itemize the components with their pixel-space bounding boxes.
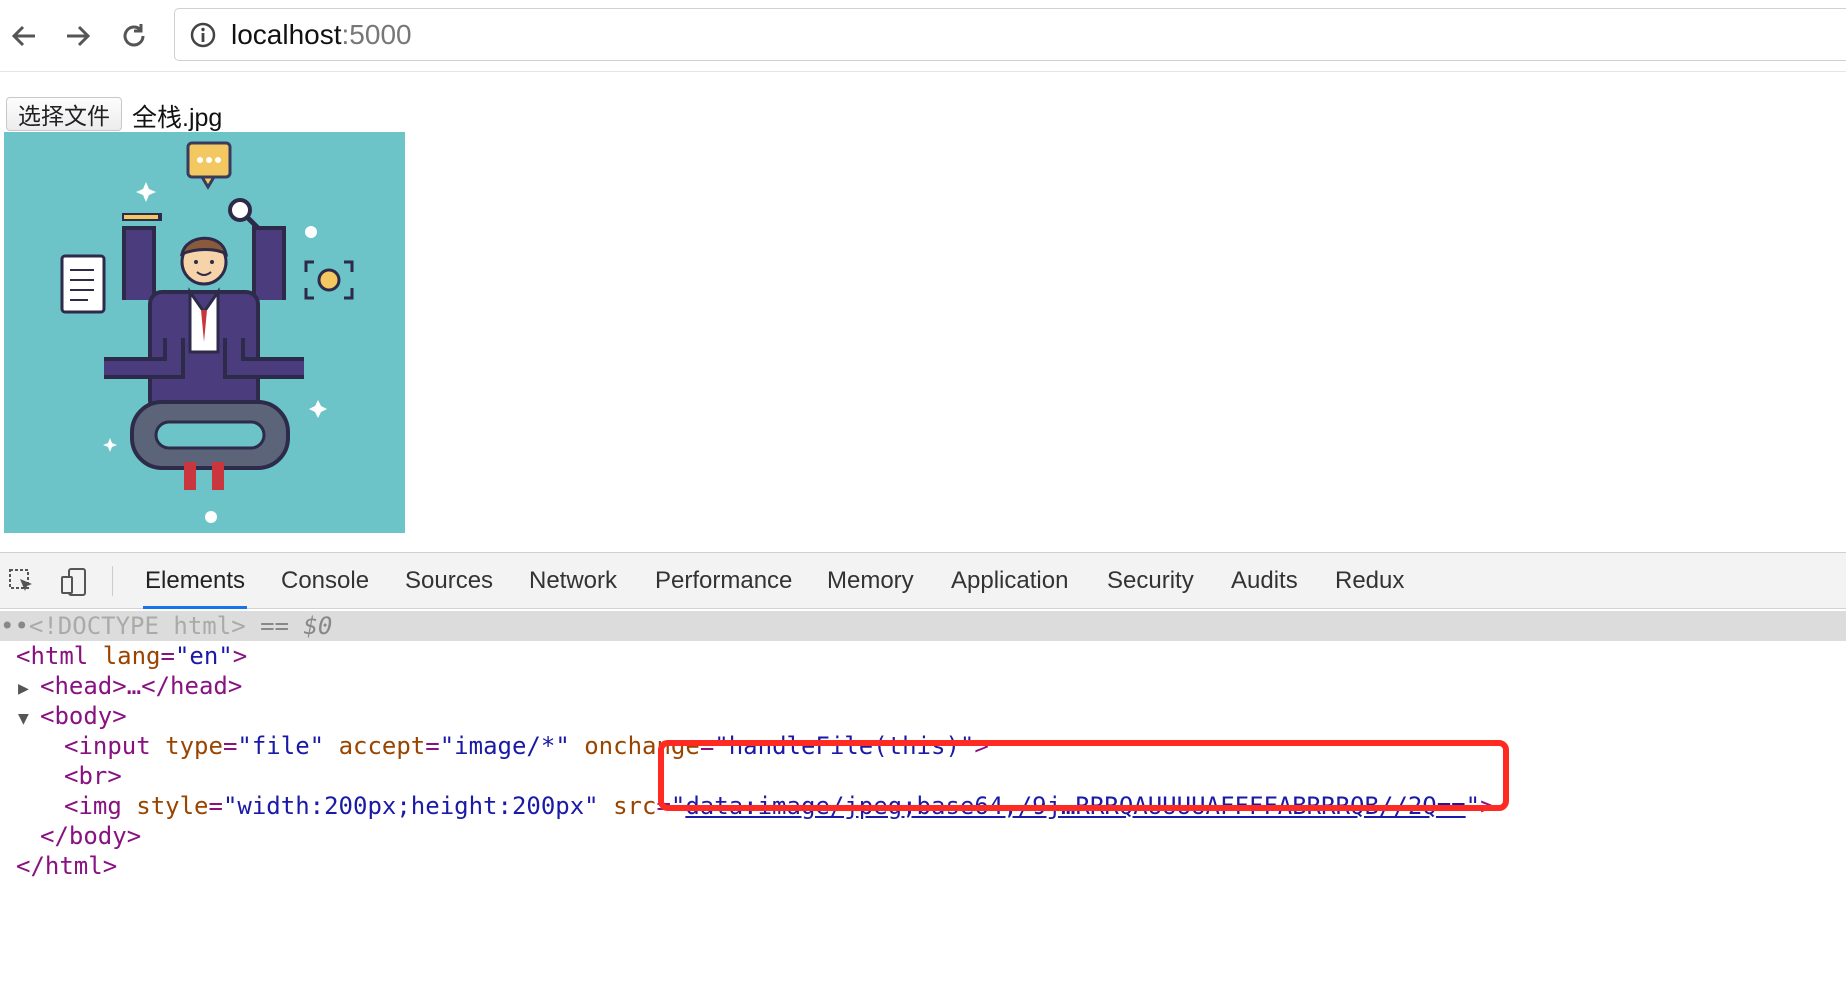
dom-tree: ••<!DOCTYPE html> == $0 <html lang="en">…	[0, 611, 1846, 881]
html-lang-value: "en"	[174, 642, 233, 670]
tab-console[interactable]: Console	[279, 553, 371, 609]
tab-separator	[112, 566, 113, 596]
tab-elements[interactable]: Elements	[143, 553, 248, 609]
body-open-tag: <body>	[40, 702, 127, 730]
img-src-attr: src	[613, 792, 657, 820]
reload-icon	[123, 24, 145, 47]
expand-triangle-icon[interactable]: ▶	[18, 674, 40, 704]
devtools-panel: Elements Console Sources Network Perform…	[0, 552, 1846, 1004]
url-host: localhost	[231, 18, 342, 50]
dom-node-body[interactable]: ▼ <body>	[0, 701, 1846, 731]
forward-button[interactable]	[56, 14, 100, 58]
uploaded-image-preview	[4, 132, 405, 533]
red-highlight-box	[658, 740, 1509, 811]
input-accept-value: "image/*"	[439, 732, 570, 760]
selected-file-name: 全栈.jpg	[132, 104, 223, 132]
tab-sources[interactable]: Sources	[403, 553, 495, 609]
page-content: 选择文件 全栈.jpg	[0, 73, 1846, 552]
input-accept-attr: accept	[338, 732, 426, 760]
html-open-tag: <html	[16, 642, 89, 670]
inspect-element-icon[interactable]	[4, 564, 40, 600]
choose-file-button[interactable]: 选择文件	[6, 97, 122, 131]
tab-audits[interactable]: Audits	[1229, 553, 1300, 609]
selected-marker: == $0	[260, 612, 333, 640]
url-port: :5000	[341, 18, 412, 50]
tab-performance[interactable]: Performance	[653, 553, 794, 609]
html-lang-attr: lang	[102, 642, 161, 670]
devtools-tab-bar: Elements Console Sources Network Perform…	[0, 553, 1846, 609]
img-style-attr: style	[136, 792, 209, 820]
dom-node-html-close[interactable]: </html>	[0, 851, 1846, 881]
tab-redux[interactable]: Redux	[1333, 553, 1406, 609]
forward-arrow-icon	[67, 25, 91, 47]
html-close-tag: </html>	[16, 852, 118, 880]
tab-security[interactable]: Security	[1105, 553, 1196, 609]
back-arrow-icon	[11, 25, 35, 47]
doctype-text: <!DOCTYPE html>	[28, 612, 246, 640]
dom-node-doctype[interactable]: ••<!DOCTYPE html> == $0	[0, 611, 1846, 641]
browser-toolbar: localhost:5000	[0, 0, 1846, 72]
url-text[interactable]: localhost:5000	[231, 19, 412, 51]
img-style-value: "width:200px;height:200px"	[222, 792, 599, 820]
head-tag: <head>…</head>	[40, 672, 243, 700]
device-toolbar-icon[interactable]	[56, 564, 92, 600]
address-bar[interactable]: localhost:5000	[174, 8, 1846, 61]
dom-node-head[interactable]: ▶ <head>…</head>	[0, 671, 1846, 701]
tab-memory[interactable]: Memory	[825, 553, 916, 609]
back-button[interactable]	[2, 14, 46, 58]
dom-node-html[interactable]: <html lang="en">	[0, 641, 1846, 671]
input-type-attr: type	[165, 732, 223, 760]
img-tag: <img	[64, 792, 122, 820]
br-tag: <br>	[64, 762, 122, 790]
tab-network[interactable]: Network	[527, 553, 619, 609]
body-close-tag: </body>	[40, 822, 142, 850]
input-tag: <input	[64, 732, 151, 760]
dom-node-body-close[interactable]: </body>	[0, 821, 1846, 851]
input-type-value: "file"	[237, 732, 325, 760]
info-icon[interactable]	[185, 17, 221, 53]
collapse-triangle-icon[interactable]: ▼	[18, 704, 40, 734]
reload-button[interactable]	[112, 14, 156, 58]
tab-application[interactable]: Application	[949, 553, 1070, 609]
fullstack-illustration	[4, 132, 405, 533]
